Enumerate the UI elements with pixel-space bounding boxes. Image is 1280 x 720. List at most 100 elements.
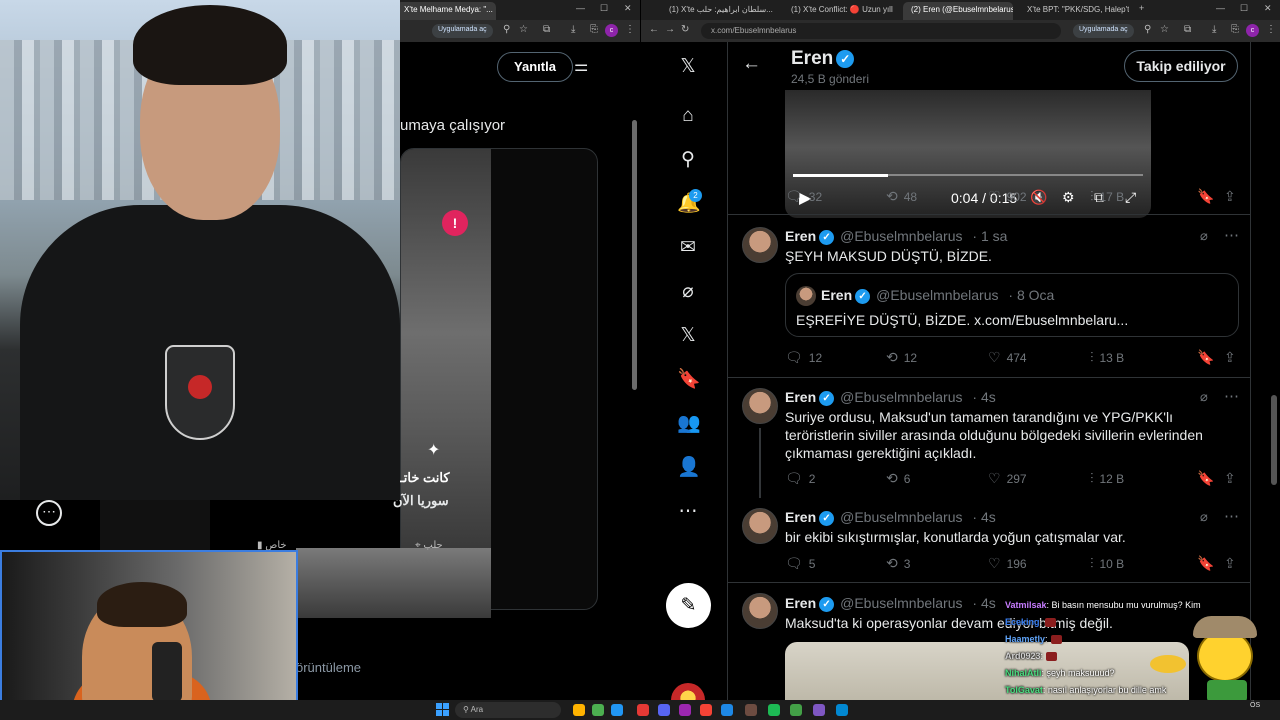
- more-icon[interactable]: ⋯: [36, 500, 62, 526]
- repost-action[interactable]: ⟲ 6: [886, 470, 910, 487]
- explore-icon[interactable]: ⚲: [677, 149, 699, 171]
- bookmark-icon[interactable]: 🔖: [1197, 349, 1214, 366]
- app-icon[interactable]: [745, 704, 757, 716]
- close-icon[interactable]: ✕: [1264, 3, 1272, 14]
- chat-username[interactable]: NihalAtli: [1005, 668, 1042, 678]
- bookmark-icon[interactable]: 🔖: [1197, 470, 1214, 487]
- views-action[interactable]: ⫶ 17 B: [1090, 188, 1124, 205]
- app-icon[interactable]: [813, 704, 825, 716]
- tab-1[interactable]: (1) X'te سلطان ابراهيم: حلب...: [661, 2, 773, 20]
- chat-username[interactable]: TolGavat: [1005, 685, 1043, 695]
- like-action[interactable]: ♡ 902: [988, 188, 1027, 205]
- bookmark-icon[interactable]: 🔖: [1197, 188, 1214, 205]
- more-options-icon[interactable]: ⋯: [1224, 387, 1239, 405]
- chat-username[interactable]: Eceking: [1005, 617, 1040, 627]
- like-action[interactable]: ♡ 297: [988, 470, 1027, 487]
- reload-icon[interactable]: ↻: [681, 24, 689, 35]
- extensions-icon[interactable]: ⧉: [543, 24, 550, 35]
- close-icon[interactable]: ✕: [624, 3, 632, 14]
- tab-2[interactable]: (1) X'te Conflict: 🔴 Uzun yıllar...: [783, 2, 893, 20]
- avatar[interactable]: [742, 508, 778, 544]
- messages-icon[interactable]: ✉: [677, 237, 699, 259]
- app-icon[interactable]: [721, 704, 733, 716]
- app-icon[interactable]: [637, 704, 649, 716]
- more-options-icon[interactable]: ⋯: [1224, 507, 1239, 525]
- profile-avatar[interactable]: c: [1246, 24, 1259, 37]
- zoom-icon[interactable]: ⚲: [1144, 24, 1151, 35]
- tab-4[interactable]: X'te BPT: "PKK/SDG, Halep'ten...: [1019, 2, 1129, 20]
- chrome-icon[interactable]: [592, 704, 604, 716]
- tab-3-active[interactable]: (2) Eren (@Ebuselmnbelarus) / X: [903, 2, 1013, 20]
- share-icon[interactable]: ⇪: [1224, 470, 1236, 487]
- left-scrollbar[interactable]: [632, 120, 637, 390]
- minimize-icon[interactable]: —: [576, 3, 585, 13]
- chat-username[interactable]: Vatmilsak: [1005, 600, 1047, 610]
- star-icon[interactable]: ☆: [519, 24, 528, 35]
- more-options-icon[interactable]: ⋯: [1224, 226, 1239, 244]
- avatar[interactable]: [742, 388, 778, 424]
- share-icon[interactable]: ⇪: [1224, 349, 1236, 366]
- repost-action[interactable]: ⟲ 48: [886, 188, 917, 205]
- extensions-icon[interactable]: ⧉: [1184, 24, 1191, 35]
- quoted-tweet[interactable]: Eren ✓ @Ebuselmnbelarus · 8 Oca EŞREFİYE D…: [785, 273, 1239, 337]
- repost-action[interactable]: ⟲ 3: [886, 555, 910, 572]
- url-field[interactable]: x.com/Ebuselmnbelarus: [701, 23, 1061, 39]
- share-icon[interactable]: ⎘: [590, 24, 598, 35]
- zoom-icon[interactable]: ⚲: [503, 24, 510, 35]
- download-icon[interactable]: ⤓: [571, 24, 575, 35]
- bookmark-icon[interactable]: 🔖: [1197, 555, 1214, 572]
- taskbar-search[interactable]: ⚲ Ara: [455, 702, 561, 718]
- windows-start-icon[interactable]: [436, 703, 449, 716]
- open-in-app-pill[interactable]: Uygulamada aç: [432, 24, 493, 38]
- chat-username[interactable]: Ard0923: [1005, 651, 1041, 661]
- file-explorer-icon[interactable]: [573, 704, 585, 716]
- chat-username[interactable]: Haametly: [1005, 634, 1045, 644]
- share-icon[interactable]: ⇪: [1224, 555, 1236, 572]
- open-in-app-pill[interactable]: Uygulamada aç: [1073, 24, 1134, 38]
- tweet-author[interactable]: Eren ✓ @Ebuselmnbelarus · 4s: [785, 595, 996, 612]
- tweet-author[interactable]: Eren ✓ @Ebuselmnbelarus · 4s: [785, 509, 996, 526]
- discord-icon[interactable]: [658, 704, 670, 716]
- grok-icon[interactable]: ⌀: [677, 281, 699, 303]
- grok-icon[interactable]: ⌀: [1200, 389, 1208, 405]
- app-icon[interactable]: [836, 704, 848, 716]
- back-arrow-icon[interactable]: ←: [742, 53, 761, 75]
- grok-icon[interactable]: ⌀: [1200, 228, 1208, 244]
- views-action[interactable]: ⫶ 10 B: [1090, 555, 1124, 572]
- filter-icon[interactable]: ⚌: [574, 56, 588, 76]
- home-icon[interactable]: ⌂: [677, 105, 699, 127]
- star-icon[interactable]: ☆: [1160, 24, 1169, 35]
- tweet-author[interactable]: Eren ✓ @Ebuselmnbelarus · 1 sa: [785, 228, 1007, 245]
- minimize-icon[interactable]: —: [1216, 3, 1225, 13]
- maximize-icon[interactable]: ☐: [600, 3, 608, 14]
- tweet-author[interactable]: Eren ✓ @Ebuselmnbelarus · 4s: [785, 389, 996, 406]
- views-action[interactable]: ⫶ 13 B: [1090, 349, 1124, 366]
- compose-post-button[interactable]: ✎: [666, 583, 711, 628]
- share-icon[interactable]: ⇪: [1224, 188, 1236, 205]
- right-scrollbar[interactable]: [1271, 395, 1277, 485]
- download-icon[interactable]: ⤓: [1212, 24, 1216, 35]
- share-icon[interactable]: ⎘: [1231, 24, 1239, 35]
- like-action[interactable]: ♡ 196: [988, 555, 1027, 572]
- spotify-icon[interactable]: [768, 704, 780, 716]
- menu-icon[interactable]: ⋮: [1266, 24, 1276, 35]
- forward-icon[interactable]: →: [665, 24, 675, 35]
- reply-action[interactable]: 🗨 2: [785, 470, 815, 487]
- left-tab-active[interactable]: X'te Melhame Medya: "...: [396, 2, 496, 20]
- like-action[interactable]: ♡ 474: [988, 349, 1027, 366]
- grok-icon[interactable]: ⌀: [1200, 509, 1208, 525]
- back-icon[interactable]: ←: [649, 24, 659, 35]
- premium-icon[interactable]: 𝕏: [677, 325, 699, 347]
- avatar[interactable]: [742, 593, 778, 629]
- following-button[interactable]: Takip ediliyor: [1124, 50, 1238, 82]
- app-icon[interactable]: [700, 704, 712, 716]
- profile-icon[interactable]: 👤: [677, 457, 701, 479]
- more-icon[interactable]: ⋯: [677, 501, 699, 523]
- repost-action[interactable]: ⟲ 12: [886, 349, 917, 366]
- avatar[interactable]: [742, 227, 778, 263]
- communities-icon[interactable]: 👥: [677, 413, 701, 435]
- reply-action[interactable]: 🗨 12: [785, 349, 822, 366]
- new-tab-icon[interactable]: +: [1139, 3, 1144, 13]
- maximize-icon[interactable]: ☐: [1240, 3, 1248, 14]
- reply-button[interactable]: Yanıtla: [497, 52, 573, 82]
